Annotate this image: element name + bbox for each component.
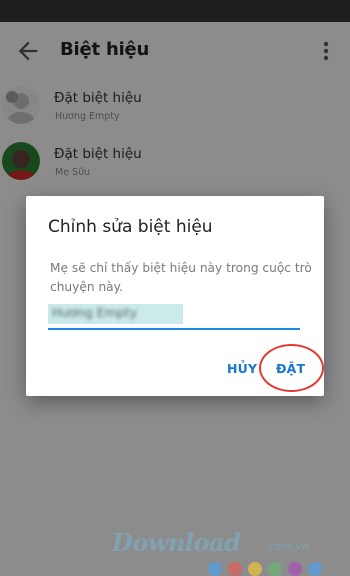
- watermark-domain: .com.vn: [265, 540, 309, 553]
- edit-nickname-dialog: Chỉnh sửa biệt hiệu Mẹ sẽ chỉ thấy biệt …: [26, 196, 324, 396]
- nickname-input[interactable]: Hương Empty: [48, 298, 300, 330]
- watermark-dots: [208, 562, 348, 576]
- watermark-logo: Download: [112, 528, 241, 557]
- dialog-title: Chỉnh sửa biệt hiệu: [48, 217, 213, 237]
- dialog-description: Mẹ sẽ chỉ thấy biệt hiệu này trong cuộc …: [50, 261, 312, 294]
- cancel-button[interactable]: HỦY: [227, 361, 257, 376]
- nickname-input-value: Hương Empty: [52, 305, 138, 320]
- highlight-circle-annotation: [259, 344, 324, 392]
- status-bar: [0, 0, 350, 22]
- input-underline: [48, 328, 300, 330]
